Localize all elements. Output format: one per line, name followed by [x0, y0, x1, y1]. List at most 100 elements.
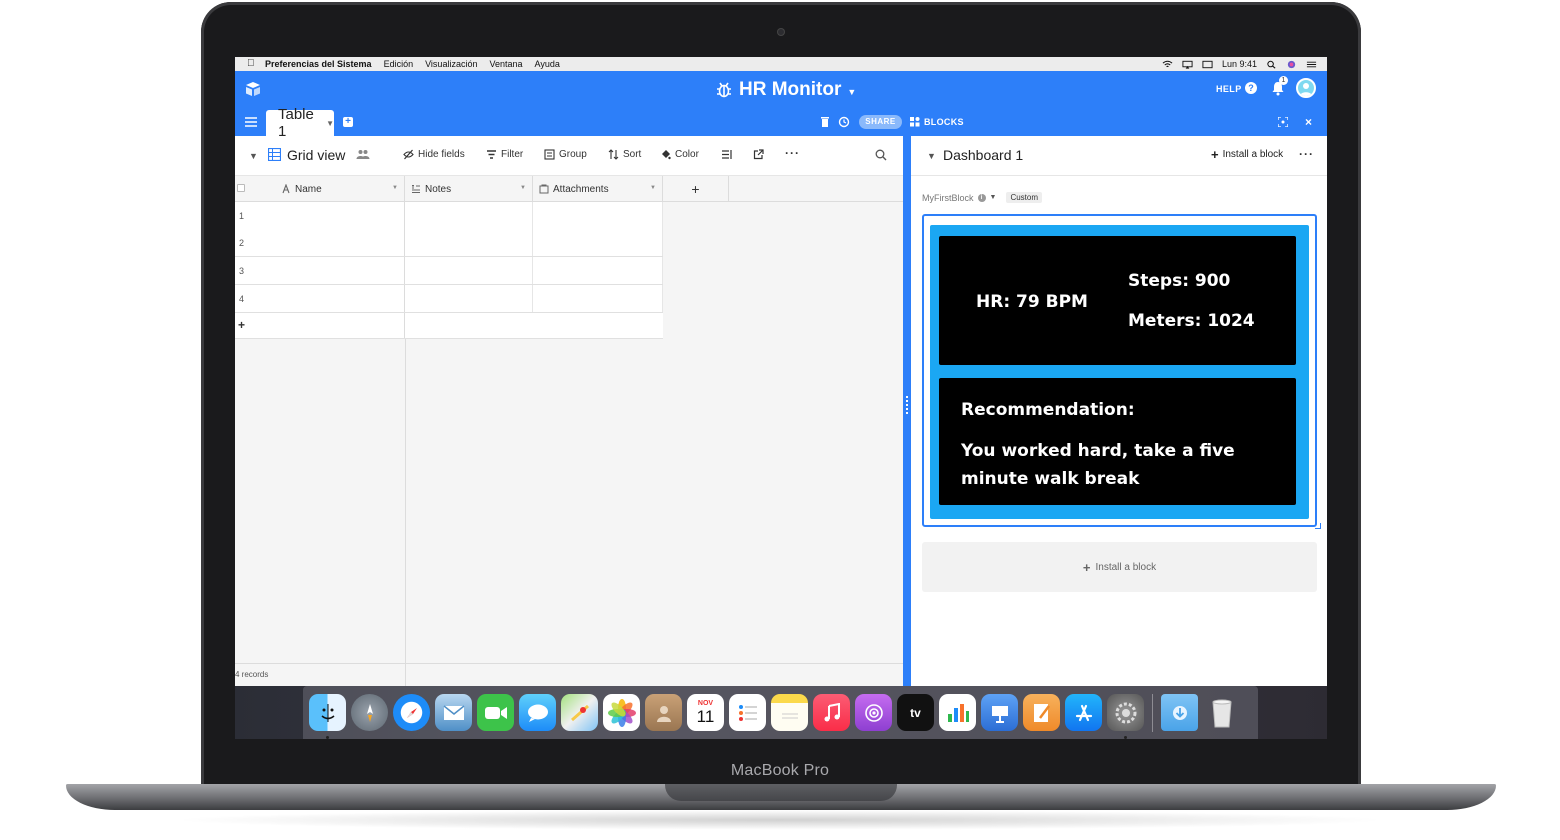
close-icon[interactable]: ×: [1305, 115, 1312, 129]
launchpad-icon[interactable]: [351, 694, 388, 731]
column-header-attachments[interactable]: Attachments ▼: [533, 176, 663, 202]
row-height-icon[interactable]: [721, 149, 732, 160]
menu-item-edicion[interactable]: Edición: [384, 59, 414, 69]
apple-icon[interactable]: : [247, 59, 257, 69]
blocks-button[interactable]: BLOCKS: [910, 116, 964, 128]
cell-attachments[interactable]: [533, 229, 663, 256]
share-view-icon[interactable]: [753, 149, 764, 160]
sort-button[interactable]: Sort: [608, 149, 641, 160]
help-icon[interactable]: ?: [1245, 82, 1257, 94]
filter-button[interactable]: Filter: [486, 149, 523, 160]
finder-icon[interactable]: [309, 694, 346, 739]
hamburger-icon[interactable]: [245, 117, 257, 127]
numbers-icon[interactable]: [939, 694, 976, 731]
airtable-logo-icon[interactable]: [244, 80, 262, 98]
pages-icon[interactable]: [1023, 694, 1060, 731]
dashboard-title[interactable]: Dashboard 1: [943, 147, 1023, 163]
siri-icon[interactable]: [1286, 60, 1297, 69]
mirroring-icon[interactable]: [1202, 60, 1213, 69]
search-icon[interactable]: [875, 149, 887, 161]
cell-notes[interactable]: [405, 257, 533, 284]
calendar-icon[interactable]: NOV 11: [687, 694, 724, 731]
block-resize-handle[interactable]: [1315, 523, 1321, 529]
table-row[interactable]: 3: [235, 257, 663, 285]
notes-icon[interactable]: [771, 694, 808, 731]
cell-notes[interactable]: [405, 229, 533, 256]
cell-notes[interactable]: [405, 202, 533, 229]
reminders-icon[interactable]: [729, 694, 766, 731]
clock[interactable]: Lun 9:41: [1222, 59, 1257, 69]
install-block-button[interactable]: + Install a block: [1211, 148, 1284, 161]
share-button[interactable]: SHARE: [859, 115, 902, 129]
add-table-icon[interactable]: +: [343, 117, 353, 127]
cell-attachments[interactable]: [533, 202, 663, 229]
appstore-icon[interactable]: [1065, 694, 1102, 731]
view-switcher-icon[interactable]: ▼: [249, 151, 258, 161]
chevron-down-icon: ▼: [392, 185, 398, 191]
photos-icon[interactable]: [603, 694, 640, 731]
menu-item-ventana[interactable]: Ventana: [489, 59, 522, 69]
row-number: 4: [239, 294, 245, 304]
table-row[interactable]: 4: [235, 285, 663, 313]
cell-name[interactable]: [235, 202, 405, 229]
music-icon[interactable]: [813, 694, 850, 731]
pane-resize-handle[interactable]: [903, 136, 911, 739]
contacts-icon[interactable]: [645, 694, 682, 731]
messages-icon[interactable]: [519, 694, 556, 731]
trash-icon[interactable]: [1203, 694, 1240, 731]
column-header-name[interactable]: Name ▼: [235, 176, 405, 202]
long-text-icon: [412, 185, 420, 193]
menu-app-name[interactable]: Preferencias del Sistema: [265, 59, 372, 69]
downloads-folder-icon[interactable]: [1161, 694, 1198, 731]
help-button[interactable]: HELP: [1216, 84, 1242, 94]
color-button[interactable]: Color: [660, 149, 699, 160]
trash-icon[interactable]: [820, 116, 830, 128]
chevron-down-icon[interactable]: ▼: [990, 194, 997, 201]
add-row-button[interactable]: +: [235, 313, 663, 339]
cell-name[interactable]: [235, 285, 405, 312]
spotlight-icon[interactable]: [1266, 60, 1277, 69]
airplay-icon[interactable]: [1182, 60, 1193, 69]
running-indicator: [326, 736, 329, 739]
systemprefs-icon[interactable]: [1107, 694, 1144, 739]
group-button[interactable]: Group: [544, 149, 587, 160]
more-options-icon[interactable]: ···: [785, 146, 800, 160]
table-row[interactable]: 2: [235, 229, 663, 257]
column-header-notes[interactable]: Notes ▼: [405, 176, 533, 202]
info-icon[interactable]: i: [977, 193, 986, 202]
base-title[interactable]: HR Monitor ▼: [715, 79, 856, 101]
install-block-label: Install a block: [1222, 149, 1284, 160]
cell-name[interactable]: [235, 229, 405, 256]
block-name[interactable]: MyFirstBlock: [922, 193, 974, 203]
eye-slash-icon: [403, 149, 414, 160]
menu-item-ayuda[interactable]: Ayuda: [535, 59, 560, 69]
cell-attachments[interactable]: [533, 285, 663, 312]
hide-fields-button[interactable]: Hide fields: [403, 149, 465, 160]
tab-table-1[interactable]: Table 1 ▼: [266, 106, 334, 140]
group-icon: [544, 149, 555, 160]
safari-icon[interactable]: [393, 694, 430, 731]
record-count: 4 records: [235, 670, 269, 679]
add-column-button[interactable]: +: [663, 176, 729, 202]
history-icon[interactable]: [838, 116, 850, 128]
fullscreen-icon[interactable]: [1278, 117, 1288, 127]
menu-item-visualizacion[interactable]: Visualización: [425, 59, 477, 69]
podcasts-icon[interactable]: [855, 694, 892, 731]
wifi-icon[interactable]: [1162, 60, 1173, 69]
control-center-icon[interactable]: [1306, 60, 1317, 69]
table-row[interactable]: 1: [235, 202, 663, 230]
more-options-icon[interactable]: ···: [1299, 147, 1314, 161]
install-block-placeholder[interactable]: + Install a block: [922, 542, 1317, 592]
view-name[interactable]: Grid view: [287, 147, 345, 163]
keynote-icon[interactable]: [981, 694, 1018, 731]
dashboard-switcher-icon[interactable]: ▼: [927, 151, 936, 161]
mail-icon[interactable]: [435, 694, 472, 731]
facetime-icon[interactable]: [477, 694, 514, 731]
view-toolbar: ▼ Grid view Hide fields Filter Group Sor…: [235, 136, 903, 176]
avatar[interactable]: [1296, 78, 1316, 98]
cell-name[interactable]: [235, 257, 405, 284]
appletv-icon[interactable]: tv: [897, 694, 934, 731]
cell-attachments[interactable]: [533, 257, 663, 284]
maps-icon[interactable]: [561, 694, 598, 731]
cell-notes[interactable]: [405, 285, 533, 312]
